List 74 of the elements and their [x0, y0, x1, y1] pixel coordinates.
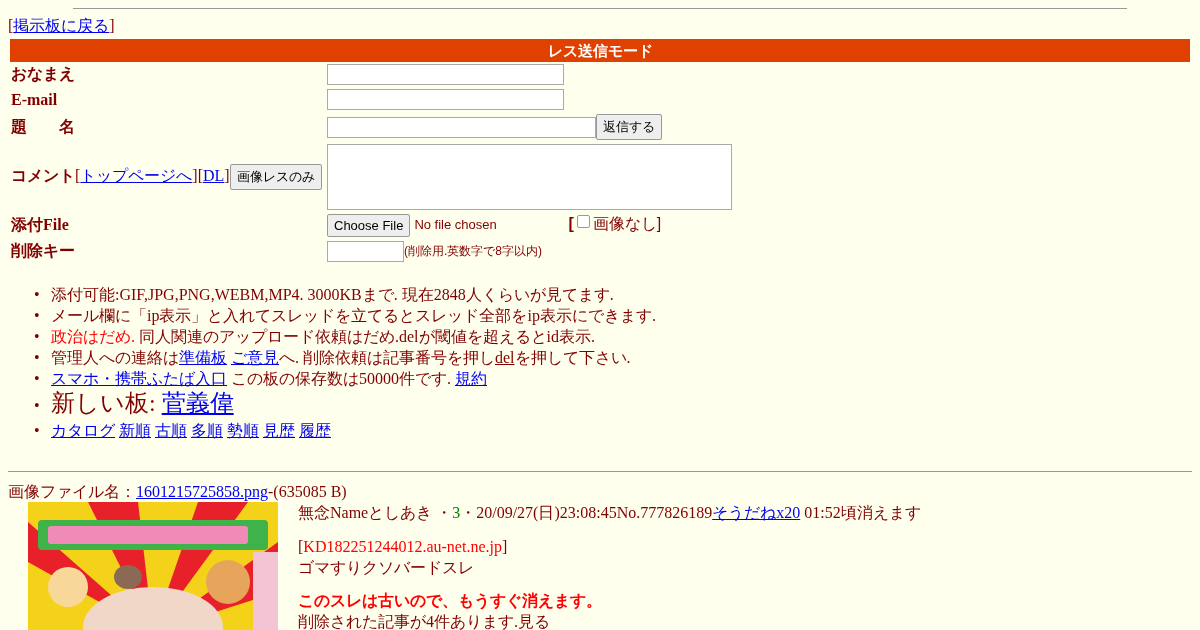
- post-subject: 無念: [298, 504, 330, 521]
- dl-link[interactable]: DL: [203, 166, 225, 184]
- top-page-link[interactable]: トップページへ: [80, 166, 193, 184]
- no-image-checkbox[interactable]: [576, 215, 590, 229]
- field-label: おなまえ: [11, 65, 75, 82]
- bullet: •: [34, 285, 41, 305]
- file-label: 画像ファイル名：: [8, 483, 136, 500]
- bracket: [: [298, 538, 304, 555]
- field-label: 添付File: [11, 216, 69, 233]
- reply-count: 3: [452, 504, 461, 521]
- link[interactable]: スマホ・携帯ふたば入口: [51, 370, 227, 387]
- comment-field[interactable]: [327, 144, 732, 210]
- bracket: ]: [109, 17, 115, 34]
- post-number: No.777826189: [616, 504, 713, 521]
- link[interactable]: 規約: [455, 370, 487, 387]
- field-label: E-mail: [11, 90, 58, 108]
- bullet: •: [34, 369, 41, 389]
- notice-text: 添付可能:GIF,JPG,PNG,WEBM,MP4. 3000KBまで. 現在2848人くらいが見てます.: [51, 285, 614, 305]
- reply-button[interactable]: 返信する: [596, 114, 662, 140]
- email-field[interactable]: [327, 89, 564, 110]
- link[interactable]: 多順: [191, 422, 223, 439]
- back-link[interactable]: 掲示板に戻る: [13, 17, 110, 34]
- file-status: No file chosen: [414, 217, 498, 233]
- bracket: ]: [656, 215, 662, 233]
- name-label: Name: [330, 504, 369, 521]
- bracket: ]: [501, 538, 508, 555]
- link[interactable]: カタログ: [51, 422, 115, 439]
- link[interactable]: 古順: [155, 422, 187, 439]
- bracket: [: [8, 17, 14, 34]
- link[interactable]: 菅義偉: [161, 390, 234, 416]
- expiry-warning: このスレは古いので、もうすぐ消えます。: [298, 591, 603, 611]
- delete-key-hint: (削除用.英数字で8字以内): [404, 244, 542, 259]
- bullet: •: [34, 396, 41, 416]
- bracket: [: [75, 166, 81, 184]
- checkbox-label: 画像なし: [592, 215, 657, 233]
- field-label: 題 名: [11, 117, 75, 135]
- file-size: -(635085 B): [268, 483, 347, 500]
- field-label: コメント: [11, 166, 75, 184]
- deleted-note: 削除された記事が4件あります.見る: [298, 612, 551, 630]
- poster-name: としあき: [368, 504, 433, 521]
- image-only-button[interactable]: 画像レスのみ: [229, 164, 322, 190]
- sodane-link[interactable]: そうだねx20: [712, 504, 801, 521]
- link[interactable]: 新順: [119, 422, 151, 439]
- notice-text: 新しい板: 菅義偉: [51, 389, 234, 417]
- id-mark: ・: [460, 504, 477, 521]
- link[interactable]: ご意見: [231, 349, 279, 366]
- form-header: レス送信モード: [10, 39, 1190, 62]
- notice-text: 政治はだめ. 同人関連のアップロード依頼はだめ.delが閾値を超えるとid表示.: [51, 327, 595, 347]
- link[interactable]: 見歴: [263, 422, 295, 439]
- id-mark: ・: [436, 504, 453, 521]
- post-date: 20/09/27(日)23:08:45: [476, 504, 617, 521]
- bracket: [: [568, 215, 574, 233]
- choose-file-button[interactable]: Choose File: [327, 214, 411, 237]
- ip-address: KD182251244012.au-net.ne.jp: [303, 538, 502, 555]
- subject-field[interactable]: [327, 116, 596, 138]
- link[interactable]: 勢順: [227, 422, 259, 439]
- bracket: ]: [224, 166, 230, 184]
- bullet: •: [34, 348, 41, 368]
- notice-text: メール欄に「ip表示」と入れてスレッドを立てるとスレッド全部をip表示にできます.: [51, 306, 656, 326]
- notice-text: スマホ・携帯ふたば入口 この板の保存数は50000件です. 規約: [51, 369, 487, 389]
- bracket: ][: [192, 166, 203, 184]
- bullet: •: [34, 327, 41, 347]
- link[interactable]: 履歴: [299, 422, 331, 439]
- name-field[interactable]: [327, 64, 564, 85]
- notice-text: 管理人への連絡は準備板 ご意見へ. 削除依頼は記事番号を押しdelを押して下さい.: [51, 348, 631, 368]
- field-label: 削除キー: [11, 242, 75, 259]
- bullet: •: [34, 306, 41, 326]
- link[interactable]: 準備板: [179, 349, 227, 366]
- del-link[interactable]: del: [495, 349, 515, 366]
- file-link[interactable]: 1601215725858.png: [136, 483, 268, 500]
- bullet: •: [34, 421, 41, 441]
- expire-time: 01:52頃消えます: [804, 504, 921, 521]
- delete-key-field[interactable]: [327, 241, 404, 262]
- post-body: ゴマすりクソバードスレ: [298, 558, 475, 578]
